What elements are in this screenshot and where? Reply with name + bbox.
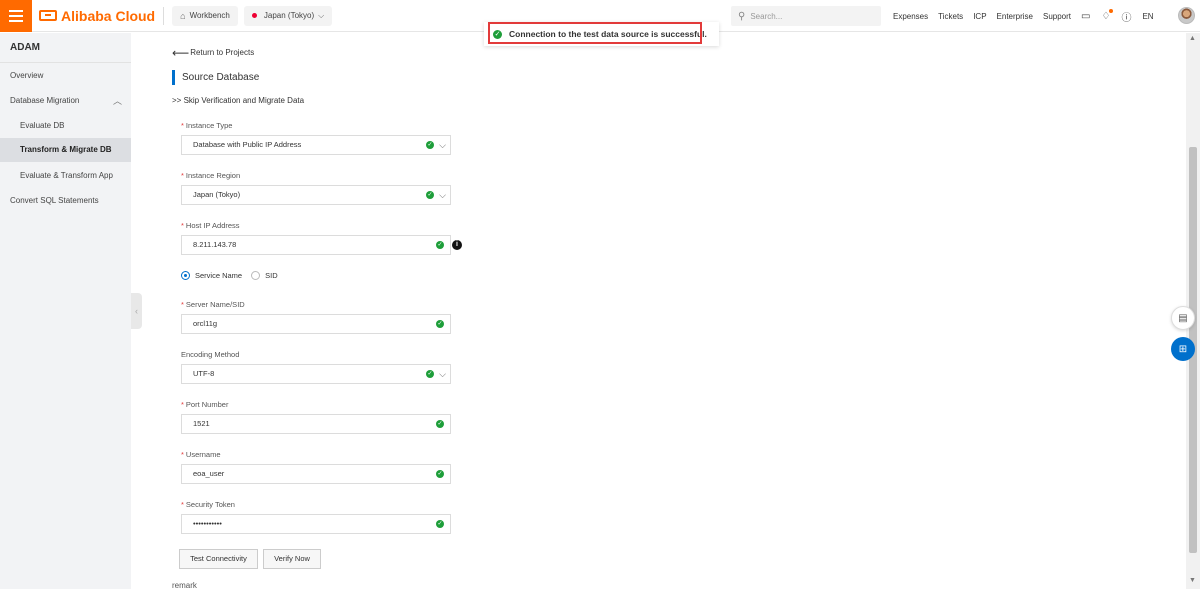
top-right-nav: Expenses Tickets ICP Enterprise Support … [893,0,1164,32]
scroll-down-icon[interactable]: ▼ [1189,577,1196,584]
expenses-link[interactable]: Expenses [893,12,928,21]
sidebar-item-database-migration[interactable]: Database Migration ︿ [0,89,131,113]
instance-region-label: * Instance Region [181,171,241,180]
test-connectivity-button[interactable]: Test Connectivity [179,549,258,569]
return-to-projects-link[interactable]: ⟵ Return to Projects [172,45,255,60]
alibaba-logo-icon [39,10,57,21]
icp-link[interactable]: ICP [973,12,986,21]
main-content: ⟵ Return to Projects Source Database >> … [142,33,1172,589]
instance-region-select[interactable]: Japan (Tokyo) ✓ ⌵ [181,185,451,205]
security-token-label: * Security Token [181,500,235,509]
check-circle-icon: ✓ [426,191,434,199]
skip-verification-link[interactable]: >> Skip Verification and Migrate Data [172,96,304,105]
chevron-up-icon: ︿ [112,96,122,106]
notification-dot [1109,8,1114,13]
sidebar-item-evaluate-transform-app[interactable]: Evaluate & Transform App [0,164,131,188]
check-circle-icon: ✓ [426,370,434,378]
region-selector[interactable]: Japan (Tokyo) ⌵ [243,5,333,26]
help-icon[interactable]: ⓘ [1121,9,1131,24]
remark-label: remark [172,581,197,589]
section-title: Source Database [172,70,259,85]
sidebar-title: ADAM [10,42,40,53]
encoding-label: Encoding Method [181,350,240,359]
enterprise-link[interactable]: Enterprise [997,12,1033,21]
server-name-input[interactable]: orcl11g ✓ [181,314,451,334]
sidebar-item-evaluate-db[interactable]: Evaluate DB [0,114,131,138]
divider [0,62,131,63]
check-circle-icon: ✓ [436,241,444,249]
service-name-radio[interactable] [181,271,190,280]
encoding-select[interactable]: UTF-8 ✓ ⌵ [181,364,451,384]
support-link[interactable]: Support [1043,12,1071,21]
port-input[interactable]: 1521 ✓ [181,414,451,434]
sidebar: ADAM Overview Database Migration ︿ Evalu… [0,33,131,589]
service-name-radio-label[interactable]: Service Name [195,271,242,280]
check-circle-icon: ✓ [436,520,444,528]
alibaba-cloud-logo[interactable]: Alibaba Cloud [39,8,155,24]
username-value: eoa_user [193,469,225,478]
divider [163,6,165,25]
brand-name: Alibaba Cloud [61,7,156,24]
sid-radio[interactable] [251,271,261,280]
check-circle-icon: ✓ [436,420,444,428]
workbench-label: Workbench [189,11,230,20]
menu-button[interactable] [0,0,32,32]
host-ip-label: * Host IP Address [181,221,240,230]
server-name-value: orcl11g [193,319,218,328]
sid-radio-label[interactable]: SID [265,271,278,280]
instance-type-label: * Instance Type [181,121,233,130]
avatar[interactable] [1178,7,1195,24]
scroll-up-icon[interactable]: ▲ [1189,35,1196,42]
chat-icon[interactable]: ▤ [1171,306,1195,330]
host-ip-input[interactable]: 8.211.143.78 ✓ [181,235,451,255]
chevron-down-icon: ⌵ [439,369,446,379]
home-icon: ⌂ [180,10,186,21]
verify-now-button[interactable]: Verify Now [263,549,321,569]
info-icon[interactable]: i [452,240,462,250]
tickets-link[interactable]: Tickets [938,12,963,21]
chevron-down-icon: ⌵ [439,190,446,200]
return-label: Return to Projects [190,48,255,57]
region-label: Japan (Tokyo) [263,11,315,20]
check-circle-icon: ✓ [436,470,444,478]
port-value: 1521 [193,419,210,428]
hamburger-icon [9,9,23,12]
search-placeholder: Search... [750,11,783,21]
workbench-button[interactable]: ⌂ Workbench [172,5,238,26]
language-selector[interactable]: EN [1142,12,1153,21]
arrow-left-icon: ⟵ [172,45,190,60]
username-label: * Username [181,450,221,459]
bell-icon[interactable]: ♢ [1101,8,1114,22]
host-ip-value: 8.211.143.78 [193,240,237,249]
sidebar-item-convert-sql[interactable]: Convert SQL Statements [0,189,131,213]
search-icon: ⚲ [738,10,746,22]
security-token-value: ••••••••••• [193,519,222,528]
highlight-box [488,22,702,44]
instance-type-select[interactable]: Database with Public IP Address ✓ ⌵ [181,135,451,155]
check-circle-icon: ✓ [436,320,444,328]
japan-flag-icon [251,13,257,18]
sidebar-collapse-handle[interactable]: ‹ [131,293,142,329]
port-label: * Port Number [181,400,229,409]
server-name-label: * Server Name/SID [181,300,245,309]
check-circle-icon: ✓ [426,141,434,149]
sidebar-item-label: Database Migration [10,96,80,105]
instance-region-value: Japan (Tokyo) [193,190,241,199]
service-type-radio-group: Service Name SID [181,271,287,280]
security-token-input[interactable]: ••••••••••• ✓ [181,514,451,534]
encoding-value: UTF-8 [193,369,215,378]
terminal-icon[interactable]: ▭ [1081,11,1090,22]
username-input[interactable]: eoa_user ✓ [181,464,451,484]
apps-icon[interactable]: ⊞ [1171,337,1195,361]
search-input[interactable]: ⚲ Search... [731,6,881,26]
instance-type-value: Database with Public IP Address [193,140,302,149]
chevron-down-icon: ⌵ [318,10,325,20]
chevron-left-icon: ‹ [135,306,138,316]
chevron-down-icon: ⌵ [439,140,446,150]
sidebar-item-overview[interactable]: Overview [0,64,131,88]
sidebar-item-transform-migrate-db[interactable]: Transform & Migrate DB [0,138,131,162]
